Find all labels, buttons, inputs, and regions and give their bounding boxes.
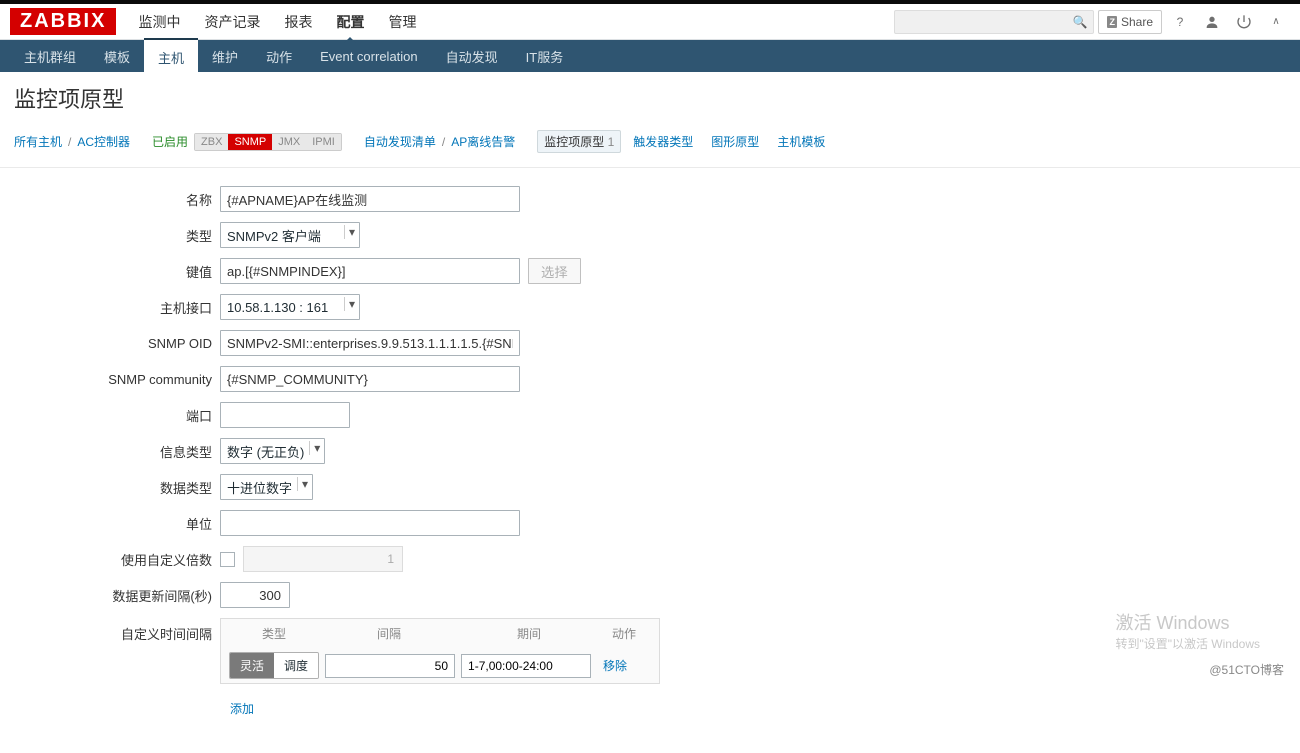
share-label: Share [1121, 15, 1153, 29]
ih-interval: 间隔 [319, 625, 459, 642]
header-bar: ZABBIX 监测中 资产记录 报表 配置 管理 🔍 Z Share ? ∧ [0, 4, 1300, 40]
nav-monitoring[interactable]: 监测中 [126, 2, 192, 42]
input-community[interactable] [220, 366, 520, 392]
sub-nav: 主机群组 模板 主机 维护 动作 Event correlation 自动发现 … [0, 40, 1300, 72]
tab-item-prototypes[interactable]: 监控项原型 1 [537, 130, 621, 153]
logo: ZABBIX [10, 8, 116, 35]
tab-item-proto-count: 1 [608, 135, 615, 149]
subnav-event-correlation[interactable]: Event correlation [306, 41, 432, 72]
label-type: 类型 [20, 226, 220, 245]
label-community: SNMP community [20, 372, 220, 387]
nav-inventory[interactable]: 资产记录 [192, 2, 272, 42]
label-key: 键值 [20, 262, 220, 281]
input-multiplier: 1 [243, 546, 403, 572]
tag-snmp: SNMP [228, 134, 272, 150]
nav-reports[interactable]: 报表 [272, 2, 324, 42]
select-info-type[interactable]: 数字 (无正负) [220, 438, 325, 464]
button-select-key[interactable]: 选择 [528, 258, 581, 284]
bc-rule[interactable]: AP离线告警 [451, 133, 515, 150]
checkbox-multiplier[interactable] [220, 552, 235, 567]
input-port[interactable] [220, 402, 350, 428]
label-interface: 主机接口 [20, 298, 220, 317]
tag-ipmi: IPMI [306, 134, 341, 150]
user-icon[interactable] [1198, 8, 1226, 36]
form-area: 名称 类型 SNMPv2 客户端 键值 选择 主机接口 10.58.1.130 … [0, 168, 1300, 753]
input-interval-value[interactable] [325, 654, 455, 678]
bc-sep: / [68, 135, 71, 149]
input-key[interactable] [220, 258, 520, 284]
label-custom-interval: 自定义时间间隔 [20, 618, 220, 643]
seg-flexible[interactable]: 灵活 [230, 653, 274, 678]
subnav-templates[interactable]: 模板 [90, 39, 144, 74]
nav-configuration[interactable]: 配置 [324, 2, 376, 42]
power-icon[interactable] [1230, 8, 1258, 36]
input-unit[interactable] [220, 510, 520, 536]
tab-item-proto-label: 监控项原型 [544, 135, 604, 149]
subnav-hostgroups[interactable]: 主机群组 [10, 39, 90, 74]
main-nav: 监测中 资产记录 报表 配置 管理 [126, 2, 428, 42]
interval-type-segment: 灵活 调度 [229, 652, 319, 679]
page-title-bar: 监控项原型 [0, 72, 1300, 124]
bc-host[interactable]: AC控制器 [77, 133, 130, 150]
bc-all-hosts[interactable]: 所有主机 [14, 133, 62, 150]
select-interface[interactable]: 10.58.1.130 : 161 [220, 294, 360, 320]
corner-watermark: @51CTO博客 [1203, 659, 1290, 680]
windows-watermark: 激活 Windows 转到"设置"以激活 Windows [1115, 609, 1260, 652]
search-box[interactable]: 🔍 [894, 10, 1094, 34]
link-remove-interval[interactable]: 移除 [597, 657, 633, 674]
watermark-sub: 转到"设置"以激活 Windows [1115, 635, 1260, 652]
input-oid[interactable] [220, 330, 520, 356]
subnav-hosts[interactable]: 主机 [144, 38, 198, 76]
tag-jmx: JMX [272, 134, 306, 150]
input-name[interactable] [220, 186, 520, 212]
label-update-interval: 数据更新间隔(秒) [20, 586, 220, 605]
link-add-interval[interactable]: 添加 [220, 692, 264, 725]
breadcrumb: 所有主机 / AC控制器 已启用 ZBX SNMP JMX IPMI 自动发现清… [0, 124, 1300, 168]
nav-administration[interactable]: 管理 [376, 2, 428, 42]
tag-zbx: ZBX [195, 134, 228, 150]
tab-graph-prototypes[interactable]: 图形原型 [705, 131, 765, 152]
select-type[interactable]: SNMPv2 客户端 [220, 222, 360, 248]
share-icon: Z [1107, 16, 1117, 28]
bc-status: 已启用 [152, 133, 188, 150]
subnav-discovery[interactable]: 自动发现 [432, 39, 512, 74]
subnav-maintenance[interactable]: 维护 [198, 39, 252, 74]
ih-type: 类型 [229, 625, 319, 642]
bc-discovery[interactable]: 自动发现清单 [364, 133, 436, 150]
label-unit: 单位 [20, 514, 220, 533]
help-icon[interactable]: ? [1166, 8, 1194, 36]
ih-action: 动作 [599, 625, 649, 642]
scroll-up-icon[interactable]: ∧ [1262, 8, 1290, 36]
seg-scheduled[interactable]: 调度 [274, 653, 318, 678]
custom-interval-box: 类型 间隔 期间 动作 灵活 调度 移除 [220, 618, 660, 684]
availability-tags: ZBX SNMP JMX IPMI [194, 133, 342, 151]
page-title: 监控项原型 [14, 82, 1286, 114]
bc-sep2: / [442, 135, 445, 149]
watermark-title: 激活 Windows [1115, 609, 1260, 635]
label-multiplier: 使用自定义倍数 [20, 550, 220, 569]
subnav-actions[interactable]: 动作 [252, 39, 306, 74]
label-oid: SNMP OID [20, 336, 220, 351]
label-port: 端口 [20, 406, 220, 425]
subnav-it-services[interactable]: IT服务 [512, 39, 578, 74]
share-button[interactable]: Z Share [1098, 10, 1162, 34]
tab-host-prototypes[interactable]: 主机模板 [771, 131, 831, 152]
label-info-type: 信息类型 [20, 442, 220, 461]
label-name: 名称 [20, 190, 220, 209]
input-update-interval[interactable] [220, 582, 290, 608]
select-data-type[interactable]: 十进位数字 [220, 474, 313, 500]
input-interval-period[interactable] [461, 654, 591, 678]
search-input[interactable] [901, 15, 1072, 29]
search-icon[interactable]: 🔍 [1073, 15, 1088, 29]
tab-trigger-prototypes[interactable]: 触发器类型 [627, 131, 699, 152]
ih-period: 期间 [459, 625, 599, 642]
label-data-type: 数据类型 [20, 478, 220, 497]
